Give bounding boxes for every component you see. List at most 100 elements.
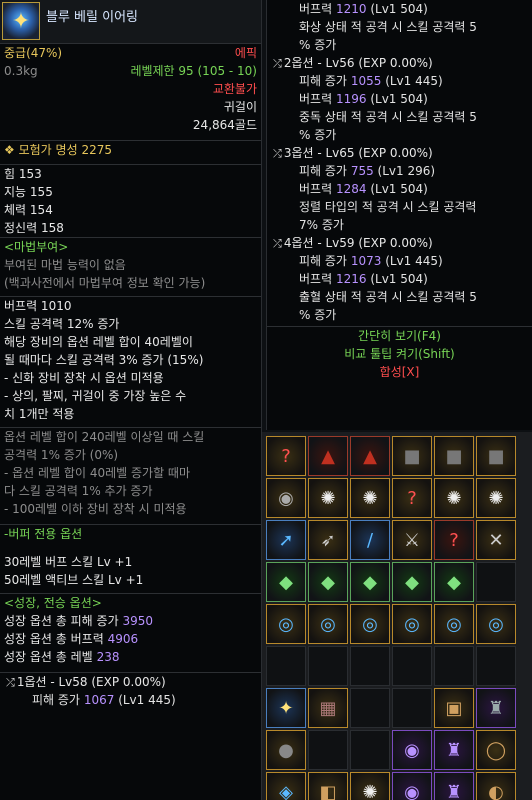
item-icon: ◎	[446, 613, 462, 635]
stat-vit: 체력 154	[4, 203, 53, 217]
inventory-slot[interactable]	[308, 730, 348, 770]
inventory-slot[interactable]: ◎	[350, 604, 390, 644]
inventory-slot[interactable]: ◉	[392, 730, 432, 770]
inventory-slot[interactable]: ▣	[434, 688, 474, 728]
inventory-slot[interactable]: ♜	[434, 772, 474, 800]
inventory-slot[interactable]: ✺	[434, 478, 474, 518]
option-header: ⤮ 2옵션 - Lv56 (EXP 0.00%)	[273, 56, 433, 70]
effect-line: - 신화 장비 장착 시 옵션 미적용	[4, 371, 164, 385]
inventory-slot[interactable]: ♜	[476, 688, 516, 728]
buffer-options-block: -버퍼 전용 옵션 30레벨 버프 스킬 Lv +1 50레벨 액티브 스킬 L…	[0, 524, 261, 589]
item-icon: ◐	[488, 781, 504, 800]
inventory-slot[interactable]: ◎	[392, 604, 432, 644]
inventory-slot[interactable]: ➚	[266, 520, 306, 560]
inventory-slot[interactable]	[350, 688, 390, 728]
item-icon: ♜	[487, 697, 505, 719]
inventory-slot[interactable]: ⚔	[392, 520, 432, 560]
item-icon: ?	[281, 445, 291, 467]
main-effects-block: 버프력 1010 스킬 공격력 12% 증가 해당 장비의 옵션 레벨 합이 4…	[0, 296, 261, 423]
slot-row: 귀걸이	[0, 98, 261, 116]
inventory-slot[interactable]	[266, 646, 306, 686]
inactive-line: 다 스킬 공격력 1% 추가 증가	[4, 484, 153, 498]
item-icon: ♜	[445, 739, 463, 761]
item-icon: ◆	[363, 571, 377, 593]
option-line: 버프력 1210 (Lv1 504)	[299, 2, 428, 16]
inventory-slot[interactable]: ?	[434, 520, 474, 560]
item-icon: ✺	[488, 487, 504, 509]
inventory-slot[interactable]	[392, 646, 432, 686]
shuffle-icon: ⤮	[6, 676, 15, 689]
weight-row: 0.3kg 레벨제한 95 (105 - 10)	[0, 62, 261, 80]
inventory-slot[interactable]: ◎	[476, 604, 516, 644]
inventory-slot[interactable]	[392, 688, 432, 728]
inventory-slot[interactable]: ◆	[350, 562, 390, 602]
item-icon: ▣	[445, 697, 463, 719]
compare-tooltip-button[interactable]: 비교 툴팁 켜기(Shift)	[267, 345, 532, 363]
inventory-slot[interactable]: ◎	[434, 604, 474, 644]
inventory-slot[interactable]	[476, 562, 516, 602]
item-icon: ◆	[447, 571, 461, 593]
simple-view-button[interactable]: 간단히 보기(F4)	[267, 327, 532, 345]
option-line: 버프력 1284 (Lv1 504)	[299, 182, 428, 196]
inventory-slot[interactable]: /	[350, 520, 390, 560]
inventory-slot[interactable]: ?	[266, 436, 306, 476]
growth-level: 성장 옵션 총 레벨 238	[4, 650, 120, 664]
inventory-slot[interactable]: ◆	[392, 562, 432, 602]
synthesis-button[interactable]: 합성[X]	[267, 363, 532, 381]
growth-damage: 성장 옵션 총 피해 증가 3950	[4, 614, 153, 628]
inventory-slot[interactable]: ▲	[350, 436, 390, 476]
inventory-slot[interactable]: ◉	[266, 478, 306, 518]
item-icon: ◎	[320, 613, 336, 635]
inventory-slot[interactable]: ◐	[476, 772, 516, 800]
inventory-slot[interactable]: ◉	[392, 772, 432, 800]
inventory-slot[interactable]: ✺	[350, 772, 390, 800]
effect-line: 해당 장비의 옵션 레벨 합이 40레벨이	[4, 335, 193, 349]
inventory-slot[interactable]: ◆	[266, 562, 306, 602]
inventory-slot[interactable]: ♜	[434, 730, 474, 770]
inventory-slot[interactable]	[476, 646, 516, 686]
inventory-slot[interactable]: ◆	[434, 562, 474, 602]
buffer-line: 50레벨 액티브 스킬 Lv +1	[4, 573, 144, 587]
item-icon: ➚	[278, 529, 294, 551]
inventory-slot[interactable]: ✺	[476, 478, 516, 518]
inventory-slot[interactable]: ✦	[266, 688, 306, 728]
inventory-slot[interactable]: ■	[476, 436, 516, 476]
item-icon: ◎	[362, 613, 378, 635]
inventory-slot[interactable]	[350, 646, 390, 686]
inventory-slot[interactable]	[350, 730, 390, 770]
inventory-slot[interactable]: ■	[434, 436, 474, 476]
inventory-slot[interactable]: ✕	[476, 520, 516, 560]
price-text: 24,864골드	[192, 118, 257, 132]
inventory-slot[interactable]: ✺	[308, 478, 348, 518]
buffer-line: 30레벨 버프 스킬 Lv +1	[4, 555, 133, 569]
item-icon: /	[366, 529, 374, 551]
inventory-slot[interactable]: ◧	[308, 772, 348, 800]
option-header: ⤮ 3옵션 - Lv65 (EXP 0.00%)	[273, 146, 433, 160]
inventory-slot[interactable]: ◎	[266, 604, 306, 644]
inventory-slot[interactable]: ?	[392, 478, 432, 518]
stats-block: 힘 153 지능 155 체력 154 정신력 158	[0, 164, 261, 237]
item-name: 블루 베릴 이어링	[46, 10, 138, 25]
inventory-slot[interactable]	[308, 646, 348, 686]
inventory-slot[interactable]: ▦	[308, 688, 348, 728]
inventory-slot[interactable]: ◈	[266, 772, 306, 800]
inventory-slot[interactable]: ✺	[350, 478, 390, 518]
fame-value: 2275	[81, 143, 112, 157]
item-icon: ◎	[278, 613, 294, 635]
stat-spr: 정신력 158	[4, 221, 64, 235]
inventory-slot[interactable]: ◆	[308, 562, 348, 602]
inventory-slot[interactable]: ◎	[308, 604, 348, 644]
inactive-line: 공격력 1% 증가 (0%)	[4, 448, 119, 462]
option-header: ⤮ 4옵션 - Lv59 (EXP 0.00%)	[273, 236, 433, 250]
item-icon: ◈	[279, 781, 293, 800]
inventory-slot[interactable]: ◯	[476, 730, 516, 770]
inventory-slot[interactable]: ●	[266, 730, 306, 770]
inventory-slot[interactable]	[434, 646, 474, 686]
inventory-slot[interactable]: ▲	[308, 436, 348, 476]
option-desc: 7% 증가	[299, 218, 344, 232]
inventory-slot[interactable]: ■	[392, 436, 432, 476]
tooltip-header: ✦ 블루 베릴 이어링	[0, 0, 261, 44]
inventory-slot[interactable]: ➶	[308, 520, 348, 560]
item-icon: ◯	[485, 739, 507, 761]
effect-line: 치 1개만 적용	[4, 407, 75, 421]
